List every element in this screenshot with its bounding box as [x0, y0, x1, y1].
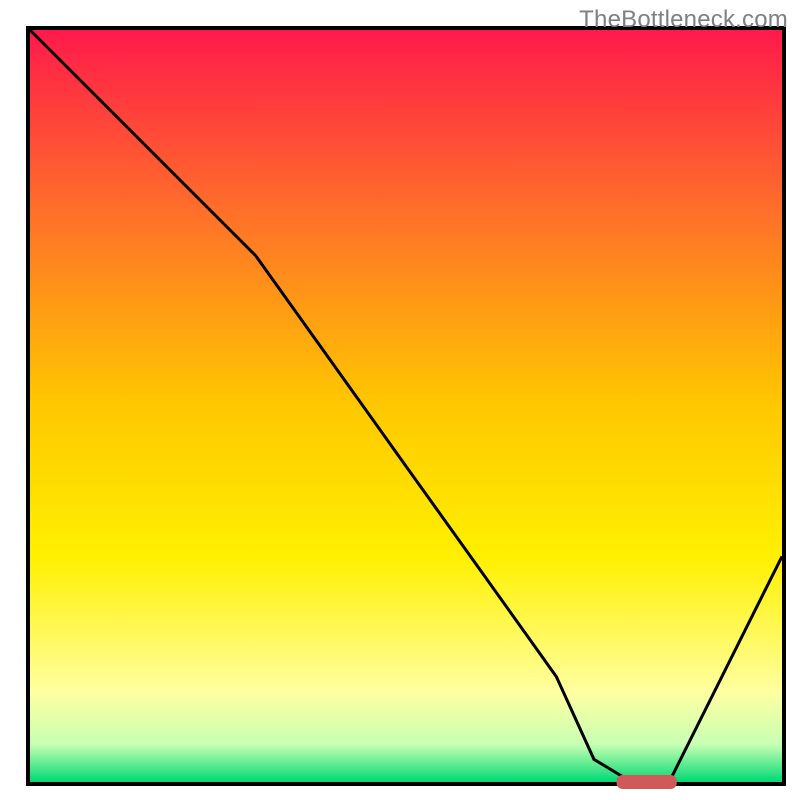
optimal-marker: [617, 775, 677, 789]
chart-container: TheBottleneck.com: [0, 0, 800, 800]
chart-svg: [0, 0, 800, 800]
watermark-text: TheBottleneck.com: [579, 6, 788, 34]
